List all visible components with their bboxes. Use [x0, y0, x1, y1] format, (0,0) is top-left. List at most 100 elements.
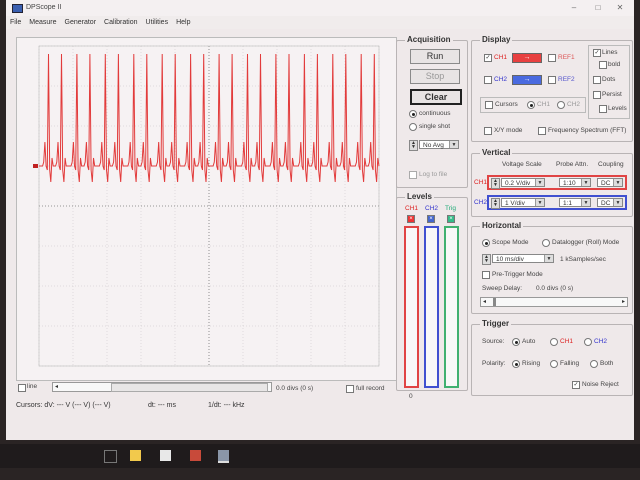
ch2-color-swatch[interactable]: → — [512, 75, 542, 85]
menu-file[interactable]: File — [6, 16, 25, 29]
avg-spinner[interactable]: ▲ ▼ — [409, 140, 418, 151]
chevron-down-icon: ▼ — [581, 179, 590, 186]
ch1-scale-select[interactable]: 0.2 V/div ▼ — [501, 178, 545, 187]
stop-button[interactable]: Stop — [410, 69, 460, 84]
horizontal-offset-scrollbar[interactable]: ◂ — [52, 382, 272, 392]
sweep-delay-value: 0.0 divs (0 s) — [536, 285, 574, 292]
vertical-group: Vertical Voltage Scale Probe Attn. Coupl… — [471, 148, 633, 217]
display-title: Display — [480, 35, 513, 44]
trigger-rising-radio[interactable] — [512, 360, 520, 368]
display-ref1-checkbox[interactable] — [548, 54, 556, 62]
sweep-delay-scrollbar[interactable]: ◂ ▸ — [480, 297, 628, 307]
scope-chart — [33, 45, 380, 367]
avg-select[interactable]: No Avg ▼ — [419, 140, 459, 149]
menu-calibration[interactable]: Calibration — [100, 16, 141, 29]
dots-label: Dots — [602, 76, 616, 83]
run-button[interactable]: Run — [410, 49, 460, 64]
timebase-select[interactable]: 10 ms/div ▼ — [492, 254, 554, 263]
noise-reject-checkbox[interactable]: ✓ — [572, 381, 580, 389]
scope-mode-radio[interactable] — [482, 239, 490, 247]
lines-checkbox[interactable]: ✓ — [593, 49, 601, 57]
levels-ch1-label: CH1 — [405, 205, 419, 212]
ch1-level-slider[interactable] — [404, 226, 419, 388]
menu-measure[interactable]: Measure — [25, 16, 60, 29]
ch1-scale-spinner[interactable]: ▲ ▼ — [491, 178, 500, 189]
levels-checkbox[interactable] — [599, 105, 607, 113]
ch1-probe-select[interactable]: 1:10 ▼ — [559, 178, 591, 187]
trigger-source-label: Source: — [482, 338, 505, 345]
ch1-color-swatch[interactable]: → — [512, 53, 542, 63]
scroll-left-icon[interactable]: ◂ — [483, 298, 486, 305]
datalogger-label: Datalogger (Roll) Mode — [552, 239, 620, 246]
scroll-thumb[interactable] — [493, 298, 496, 306]
log-to-file-checkbox[interactable] — [409, 171, 417, 179]
scroll-thumb[interactable] — [111, 383, 268, 392]
noise-reject-label: Noise Reject — [582, 381, 619, 388]
cursor-ch1-radio[interactable] — [527, 101, 535, 109]
trigger-ch1-radio[interactable] — [550, 338, 558, 346]
trigger-falling-radio[interactable] — [550, 360, 558, 368]
cursor-ch1-label: CH1 — [537, 101, 551, 108]
trigger-ch1-label: CH1 — [560, 338, 574, 345]
scroll-right-icon[interactable]: ▸ — [622, 298, 625, 305]
trigger-both-radio[interactable] — [590, 360, 598, 368]
ch1-coupling-select[interactable]: DC ▼ — [597, 178, 623, 187]
trigger-auto-radio[interactable] — [512, 338, 520, 346]
display-ch2-label: CH2 — [494, 76, 508, 83]
display-ref2-checkbox[interactable] — [548, 76, 556, 84]
ch2-probe-select[interactable]: 1:1 ▼ — [559, 198, 591, 207]
chevron-down-icon: ▼ — [449, 141, 458, 148]
ch2-scale-select[interactable]: 1 V/div ▼ — [501, 198, 545, 207]
dots-checkbox[interactable] — [593, 76, 601, 84]
trigger-ch2-label: CH2 — [594, 338, 608, 345]
task-view-icon[interactable] — [104, 450, 117, 463]
display-ch2-checkbox[interactable] — [484, 76, 492, 84]
single-shot-radio[interactable] — [409, 123, 417, 131]
horizontal-group: Horizontal Scope Mode Datalogger (Roll) … — [471, 221, 633, 314]
store-icon[interactable] — [160, 450, 171, 461]
full-record-checkbox[interactable] — [346, 385, 354, 393]
log-to-file-label: Log to file — [419, 171, 448, 178]
persist-checkbox[interactable] — [593, 91, 601, 99]
display-ch1-checkbox[interactable]: ✓ — [484, 54, 492, 62]
timebase-spinner[interactable]: ▲ ▼ — [482, 254, 491, 265]
ch2-level-reset-icon[interactable]: × — [427, 215, 435, 223]
minimize-icon[interactable]: – — [566, 2, 582, 13]
file-explorer-icon[interactable] — [130, 450, 141, 461]
cursor-freq-readout: 1/dt: --- kHz — [208, 402, 245, 409]
ch2-coupling-value: DC — [601, 200, 611, 207]
pretrigger-checkbox[interactable] — [482, 271, 490, 279]
line-checkbox[interactable] — [18, 384, 26, 392]
menu-help[interactable]: Help — [172, 16, 194, 29]
close-icon[interactable]: ✕ — [612, 2, 628, 13]
cursors-box: Cursors CH1 CH2 — [480, 97, 586, 113]
ch2-level-slider[interactable] — [424, 226, 439, 388]
display-ref2-label: REF2 — [558, 76, 575, 83]
bold-checkbox[interactable] — [599, 61, 607, 69]
menu-generator[interactable]: Generator — [61, 16, 101, 29]
lines-label: Lines — [602, 49, 618, 56]
cursors-checkbox[interactable] — [485, 101, 493, 109]
ch2-coupling-select[interactable]: DC ▼ — [597, 198, 623, 207]
trigger-group: Trigger Source: Auto CH1 CH2 Polarity: R… — [471, 319, 633, 396]
menu-utilities[interactable]: Utilities — [142, 16, 173, 29]
maximize-icon[interactable]: □ — [590, 2, 606, 13]
fft-checkbox[interactable] — [538, 127, 546, 135]
chevron-down-icon: ▼ — [613, 179, 622, 186]
trig-level-reset-icon[interactable]: × — [447, 215, 455, 223]
app-icon — [12, 4, 23, 13]
scope-display[interactable] — [16, 37, 397, 381]
trig-level-slider[interactable] — [444, 226, 459, 388]
scroll-left-icon[interactable]: ◂ — [55, 383, 58, 390]
horizontal-title: Horizontal — [480, 221, 524, 230]
datalogger-radio[interactable] — [542, 239, 550, 247]
dpscope-taskbar-icon[interactable] — [218, 450, 229, 463]
xy-mode-checkbox[interactable] — [484, 127, 492, 135]
continuous-radio[interactable] — [409, 110, 417, 118]
ch2-scale-spinner[interactable]: ▲ ▼ — [491, 198, 500, 209]
trigger-ch2-radio[interactable] — [584, 338, 592, 346]
clear-button[interactable]: Clear — [410, 89, 462, 105]
ch1-level-reset-icon[interactable]: × — [407, 215, 415, 223]
cursor-ch2-radio[interactable] — [557, 101, 565, 109]
app-icon-taskbar[interactable] — [190, 450, 201, 461]
